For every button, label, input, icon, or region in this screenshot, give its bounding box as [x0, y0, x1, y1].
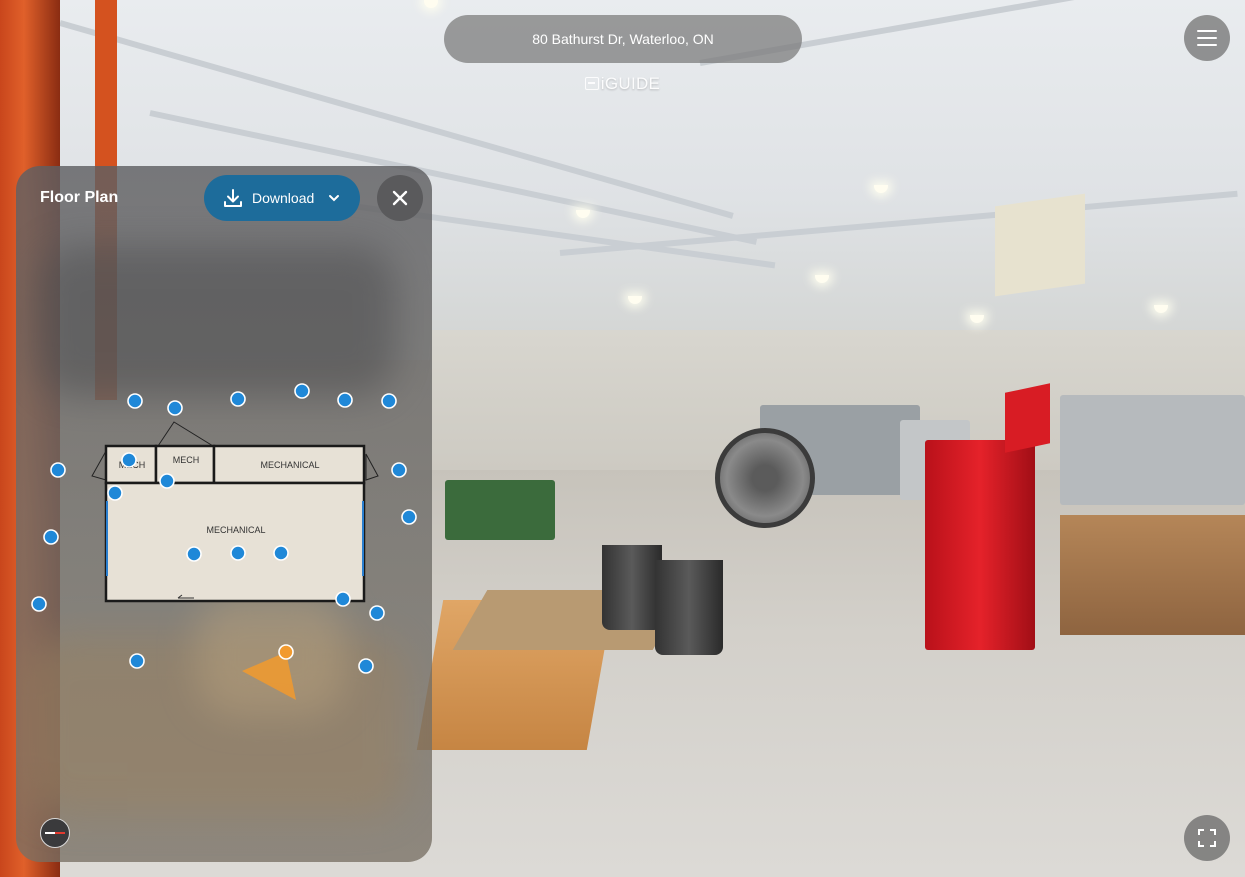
pano-point[interactable] [43, 529, 59, 545]
trash-bin [655, 560, 723, 655]
fullscreen-icon [1198, 829, 1216, 847]
room-label: MECH [173, 455, 200, 465]
floor-plan-map[interactable]: MECH MECH MECHANICAL MECHANICAL [16, 166, 432, 862]
room-label: MECHANICAL [260, 460, 319, 470]
pano-point[interactable] [50, 462, 66, 478]
pano-point[interactable] [159, 473, 175, 489]
roof-outline [157, 421, 215, 447]
trash-bin [602, 545, 662, 630]
pano-point[interactable] [107, 485, 123, 501]
pano-point[interactable] [401, 509, 417, 525]
pano-point[interactable] [186, 546, 202, 562]
compass-icon[interactable] [40, 818, 70, 848]
pano-point[interactable] [121, 452, 137, 468]
current-pano-point[interactable] [278, 644, 294, 660]
room-mechanical-main[interactable] [104, 481, 366, 603]
right-workbench [1060, 515, 1245, 635]
pano-point[interactable] [381, 393, 397, 409]
pano-point[interactable] [294, 383, 310, 399]
brand-text: iGUIDE [600, 74, 661, 93]
red-tool-cabinet-lid [1005, 383, 1050, 453]
pano-point[interactable] [337, 392, 353, 408]
pano-point[interactable] [129, 653, 145, 669]
green-workbench [445, 480, 555, 540]
room-label: MECHANICAL [206, 525, 265, 535]
stair-outline [91, 449, 107, 481]
cnc-machine [1060, 395, 1245, 505]
pano-point[interactable] [230, 391, 246, 407]
pano-point[interactable] [31, 596, 47, 612]
pano-point[interactable] [230, 545, 246, 561]
pano-point[interactable] [369, 605, 385, 621]
pano-point[interactable] [167, 400, 183, 416]
floor-plan-panel: Floor Plan Download MECH MECH MECHANICAL [16, 166, 432, 862]
pano-point[interactable] [127, 393, 143, 409]
pano-point[interactable] [391, 462, 407, 478]
brand-logo: iGUIDE [0, 74, 1245, 94]
unit-heater [995, 193, 1085, 297]
address-pill[interactable]: 80 Bathurst Dr, Waterloo, ON [444, 15, 802, 63]
fullscreen-button[interactable] [1184, 815, 1230, 861]
stair-outline [365, 453, 379, 481]
iguide-logo-icon [584, 77, 599, 90]
shop-fan [715, 428, 815, 528]
pano-point[interactable] [273, 545, 289, 561]
pano-point[interactable] [358, 658, 374, 674]
pano-point[interactable] [335, 591, 351, 607]
red-tool-cabinet [925, 440, 1035, 650]
hamburger-menu-icon [1197, 30, 1217, 46]
menu-button[interactable] [1184, 15, 1230, 61]
address-text: 80 Bathurst Dr, Waterloo, ON [532, 31, 714, 47]
